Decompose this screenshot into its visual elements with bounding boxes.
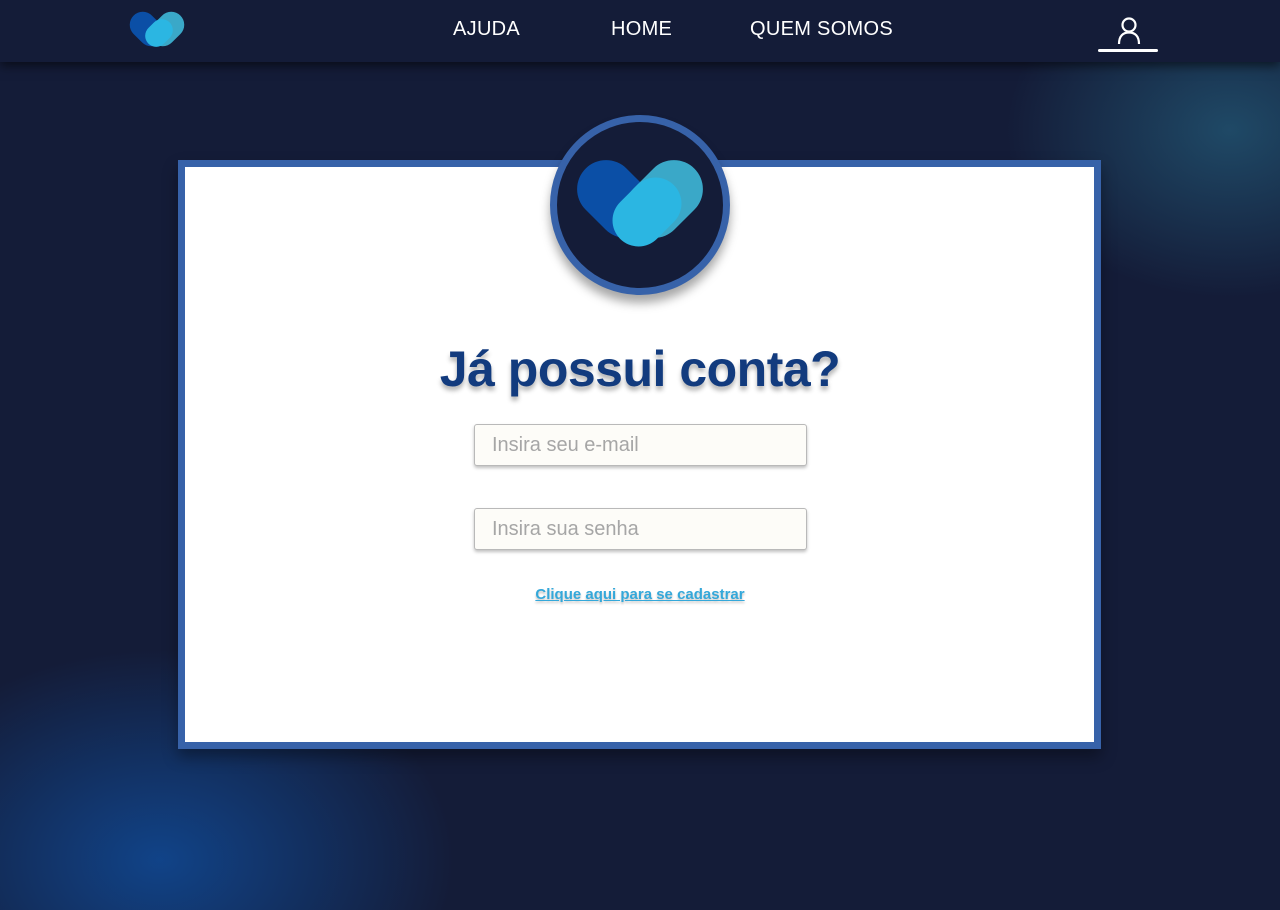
user-underline [1098, 49, 1158, 52]
login-title: Já possui conta? [439, 341, 841, 397]
user-icon [1117, 17, 1141, 45]
logo-badge [550, 115, 730, 295]
email-field[interactable] [474, 424, 807, 466]
user-account-button[interactable] [1098, 14, 1160, 54]
nav-link-ajuda[interactable]: AJUDA [453, 18, 520, 41]
nav-link-quem-somos[interactable]: QUEM SOMOS [750, 18, 893, 41]
password-field[interactable] [474, 508, 807, 550]
heart-logo-icon[interactable] [128, 8, 188, 56]
signup-link[interactable]: Clique aqui para se cadastrar [0, 586, 1280, 603]
top-navbar: AJUDA HOME QUEM SOMOS [0, 0, 1280, 62]
heart-logo-icon [577, 160, 703, 247]
nav-link-home[interactable]: HOME [611, 18, 672, 41]
